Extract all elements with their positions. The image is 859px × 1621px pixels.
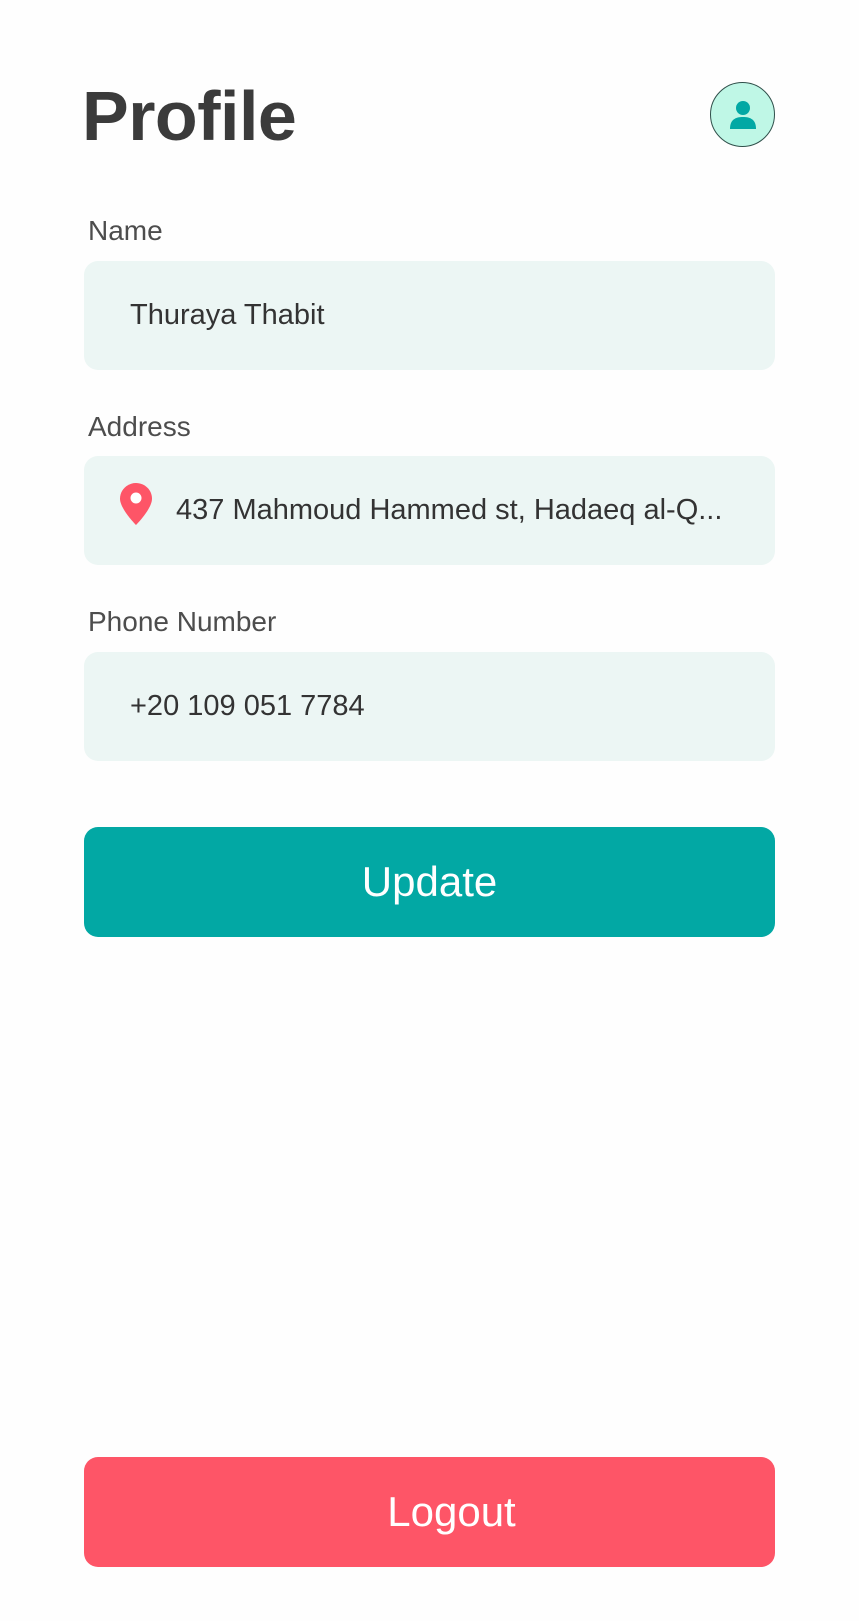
- page-title: Profile: [82, 77, 297, 155]
- logout-button-label: Logout: [387, 1488, 516, 1535]
- profile-header: Profile: [82, 72, 775, 160]
- phone-value: +20 109 051 7784: [130, 690, 365, 722]
- phone-field[interactable]: +20 109 051 7784: [84, 652, 775, 761]
- name-label: Name: [88, 215, 163, 246]
- logout-button[interactable]: Logout: [84, 1457, 775, 1567]
- map-pin-icon: [120, 483, 152, 525]
- user-icon: [729, 100, 756, 129]
- address-label: Address: [88, 411, 191, 442]
- avatar-button[interactable]: [710, 82, 775, 147]
- address-field[interactable]: 437 Mahmoud Hammed st, Hadaeq al-Q...: [84, 456, 775, 565]
- name-value: Thuraya Thabit: [130, 299, 325, 331]
- address-value: 437 Mahmoud Hammed st, Hadaeq al-Q...: [176, 494, 723, 526]
- update-button[interactable]: Update: [84, 827, 775, 937]
- phone-label: Phone Number: [88, 606, 277, 637]
- update-button-label: Update: [361, 858, 498, 905]
- name-field[interactable]: Thuraya Thabit: [84, 261, 775, 370]
